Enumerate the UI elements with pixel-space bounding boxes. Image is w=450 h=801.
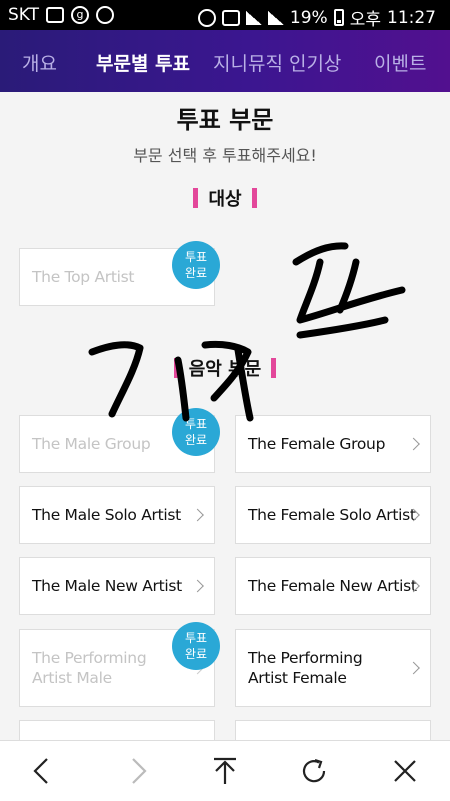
card-performing-female[interactable]: The Performing Artist Female [235, 629, 431, 707]
section-marker [193, 188, 199, 208]
badge-line-1: 투표 [184, 250, 208, 264]
back-icon [33, 758, 48, 784]
chevron-right-icon [191, 508, 204, 522]
refresh-icon [302, 758, 326, 783]
card-label: The Female Solo Artist [248, 506, 416, 524]
vote-done-badge: 투표완료 [172, 241, 220, 289]
talk-icon [96, 6, 115, 24]
card-female-solo[interactable]: The Female Solo Artist [235, 486, 431, 544]
card-female-new[interactable]: The Female New Artist [235, 557, 431, 615]
battery-percent: 19% [289, 7, 328, 28]
close-icon [394, 760, 416, 782]
section-marker [271, 358, 277, 378]
vote-done-badge: 투표완료 [172, 408, 220, 456]
badge-line-2: 완료 [184, 266, 208, 280]
section-music: 음악 부문 [0, 355, 450, 381]
card-male-group[interactable]: The Male Group 투표완료 [19, 408, 220, 473]
battery-icon [333, 9, 344, 26]
section-grand-prize: 대상 [0, 185, 450, 211]
forward-button[interactable] [120, 753, 156, 789]
vote-done-badge: 투표완료 [172, 622, 220, 670]
forward-icon [132, 758, 147, 784]
card-label: The Female Group [248, 435, 386, 453]
section-marker [251, 188, 257, 208]
wifi-icon [245, 10, 262, 25]
card-label-line-1: The Performing [32, 649, 147, 667]
time-ampm: 오후 [349, 10, 381, 30]
card-label: The Performing Artist Female [248, 648, 363, 688]
gallery-icon [46, 7, 65, 23]
page-title: 투표 부문 [176, 106, 274, 134]
card-label: The Male Solo Artist [32, 506, 181, 524]
card-label-line-2: Artist Male [32, 669, 112, 687]
arrow-up-icon [214, 757, 236, 784]
page-subtitle: 부문 선택 후 투표해주세요! [133, 146, 317, 165]
close-button[interactable] [387, 753, 423, 789]
tab-category-vote[interactable]: 부문별 투표 [96, 49, 190, 76]
back-button[interactable] [24, 753, 60, 789]
card-label: The Female New Artist [248, 577, 417, 595]
refresh-button[interactable] [296, 753, 332, 789]
hd-voice-icon [221, 9, 240, 26]
card-label: The Performing Artist Male [32, 648, 147, 688]
card-top-artist[interactable]: The Top Artist 투표완료 [19, 241, 220, 306]
card-label: The Top Artist [32, 268, 135, 286]
section-title: 음악 부문 [188, 359, 262, 380]
tab-overview[interactable]: 개요 [22, 49, 57, 76]
status-bar: SKT g 19% 오후 11:27 [0, 0, 450, 30]
card-label-line-1: The Performing [248, 649, 363, 667]
badge-line-1: 투표 [184, 631, 208, 645]
card-male-solo[interactable]: The Male Solo Artist [19, 486, 215, 544]
badge-line-1: 투표 [184, 417, 208, 431]
section-marker [173, 358, 179, 378]
browser-bottom-bar [0, 740, 450, 801]
time: 11:27 [387, 7, 436, 28]
section-title: 대상 [208, 189, 242, 210]
card-label: The Male New Artist [32, 577, 182, 595]
scroll-top-button[interactable] [207, 753, 243, 789]
g-app-icon: g [71, 6, 90, 24]
badge-line-2: 완료 [184, 647, 208, 661]
card-performing-male[interactable]: The Performing Artist Male 투표완료 [19, 622, 220, 707]
chevron-right-icon [407, 437, 420, 451]
carrier-label: SKT [8, 5, 40, 25]
tab-nav: 개요 부문별 투표 지니뮤직 인기상 이벤트 [0, 30, 450, 92]
badge-line-2: 완료 [184, 433, 208, 447]
card-male-new[interactable]: The Male New Artist [19, 557, 215, 615]
signal-icon [267, 10, 284, 25]
chevron-right-icon [191, 579, 204, 593]
chevron-right-icon [407, 661, 420, 675]
status-right: 19% 오후 11:27 [197, 5, 436, 30]
card-label-line-2: Artist Female [248, 669, 347, 687]
tab-event[interactable]: 이벤트 [374, 49, 426, 76]
status-left: SKT g [8, 5, 115, 25]
tab-genie-popularity[interactable]: 지니뮤직 인기상 [213, 49, 341, 76]
card-label: The Male Group [32, 435, 151, 453]
alarm-icon [197, 8, 216, 27]
card-female-group[interactable]: The Female Group [235, 415, 431, 473]
